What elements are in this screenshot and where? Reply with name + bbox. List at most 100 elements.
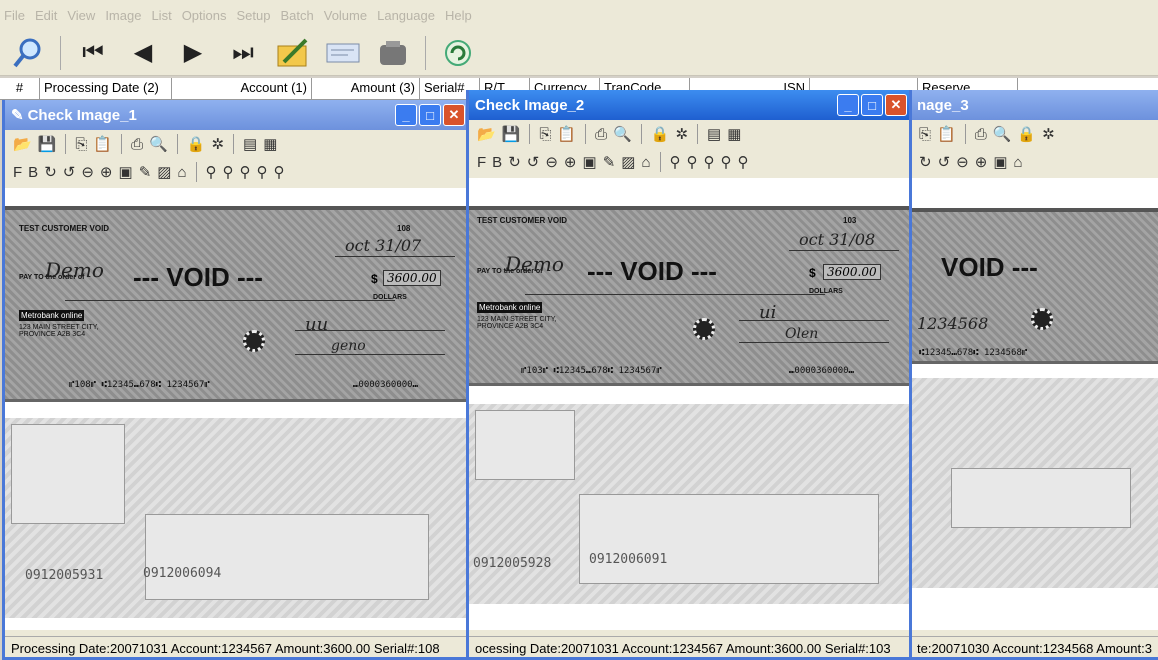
column-account[interactable]: Account (1) [172, 78, 312, 99]
stamp-icon-4[interactable]: ⚲ [257, 163, 268, 181]
rotate-left-icon[interactable]: ↺ [527, 153, 540, 171]
check-stack-icon[interactable] [325, 35, 361, 71]
column-index[interactable]: # [0, 78, 40, 99]
print-icon[interactable]: ⎙ [131, 136, 143, 153]
bank-icon[interactable]: ⌂ [177, 164, 186, 181]
minimize-button[interactable]: _ [837, 94, 859, 116]
fit-icon[interactable]: ▣ [583, 153, 597, 171]
front-icon[interactable]: F [13, 164, 22, 181]
zoom-in-icon[interactable]: ⊕ [564, 153, 577, 171]
save-icon[interactable]: 💾 [502, 125, 521, 143]
menu-volume[interactable]: Volume [324, 8, 367, 23]
stamp-icon-4[interactable]: ⚲ [721, 153, 732, 171]
last-record-icon[interactable]: ⏭ [225, 35, 261, 71]
rotate-right-icon[interactable]: ↻ [44, 163, 57, 181]
endorse-icon[interactable]: ✎ [139, 163, 152, 181]
rotate-right-icon[interactable]: ↻ [508, 153, 521, 171]
stamp-icon-2[interactable]: ⚲ [223, 163, 234, 181]
bank-icon[interactable]: ⌂ [1014, 154, 1023, 171]
menu-options[interactable]: Options [182, 8, 227, 23]
previous-record-icon[interactable]: ◀ [125, 35, 161, 71]
column-processing-date[interactable]: Processing Date (2) [40, 78, 172, 99]
zoom-in-icon[interactable]: ⊕ [975, 153, 988, 171]
maximize-button[interactable]: □ [861, 94, 883, 116]
menu-edit[interactable]: Edit [35, 8, 57, 23]
stamp-icon-1[interactable]: ⚲ [206, 163, 217, 181]
close-button[interactable]: ✕ [885, 94, 907, 116]
rotate-left-icon[interactable]: ↺ [938, 153, 951, 171]
zoom-out-icon[interactable]: ⊖ [956, 153, 969, 171]
next-record-icon[interactable]: ▶ [175, 35, 211, 71]
menu-help[interactable]: Help [445, 8, 472, 23]
first-record-icon[interactable]: ⏮ [75, 35, 111, 71]
scanner-icon[interactable] [375, 35, 411, 71]
ird-icon[interactable]: ▤ [243, 135, 257, 153]
preview-icon[interactable]: 🔍 [993, 125, 1012, 143]
zoom-out-icon[interactable]: ⊖ [81, 163, 94, 181]
copy-icon[interactable]: ⎘ [539, 126, 551, 143]
paste-icon[interactable]: 📋 [557, 125, 576, 143]
image-icon[interactable]: ▨ [157, 163, 171, 181]
settings-icon[interactable]: ✲ [675, 125, 688, 143]
menu-file[interactable]: File [4, 8, 25, 23]
lock-icon[interactable]: 🔒 [187, 135, 206, 153]
menu-language[interactable]: Language [377, 8, 435, 23]
lock-icon[interactable]: 🔒 [651, 125, 670, 143]
search-icon[interactable] [10, 35, 46, 71]
check-image-window-2[interactable]: Check Image_2 _ □ ✕ 📂 💾 ⎘ 📋 ⎙ 🔍 🔒 ✲ ▤ ▦ F B ↻ ↺ ⊖ ⊕ ▣ ✎ ▨… [466, 90, 912, 660]
print-icon[interactable]: ⎙ [975, 126, 987, 143]
menu-batch[interactable]: Batch [280, 8, 313, 23]
menu-view[interactable]: View [67, 8, 95, 23]
front-icon[interactable]: F [477, 154, 486, 171]
save-icon[interactable]: 💾 [38, 135, 57, 153]
print-icon[interactable]: ⎙ [595, 126, 607, 143]
preview-icon[interactable]: 🔍 [613, 125, 632, 143]
back-icon[interactable]: B [28, 164, 38, 181]
status-bar: ocessing Date:20071031 Account:1234567 A… [469, 636, 909, 657]
window-title-bar[interactable]: nage_3 [911, 90, 1158, 120]
minimize-button[interactable]: _ [395, 104, 417, 126]
paste-icon[interactable]: 📋 [937, 125, 956, 143]
bank-icon[interactable]: ⌂ [641, 154, 650, 171]
close-button[interactable]: ✕ [443, 104, 465, 126]
paste-icon[interactable]: 📋 [93, 135, 112, 153]
maximize-button[interactable]: □ [419, 104, 441, 126]
check-image-window-3[interactable]: nage_3 ⎘ 📋 ⎙ 🔍 🔒 ✲ ↻ ↺ ⊖ ⊕ ▣ ⌂ VOID --- 1234568 ⑆1… [908, 90, 1158, 660]
zoom-out-icon[interactable]: ⊖ [545, 153, 558, 171]
stamp-icon-2[interactable]: ⚲ [687, 153, 698, 171]
grid-icon[interactable]: ▦ [727, 125, 741, 143]
window-title-bar[interactable]: ✎ Check Image_1 _ □ ✕ [5, 100, 467, 130]
fit-icon[interactable]: ▣ [119, 163, 133, 181]
open-icon[interactable]: 📂 [477, 125, 496, 143]
menu-list[interactable]: List [151, 8, 171, 23]
lock-icon[interactable]: 🔒 [1017, 125, 1036, 143]
stamp-icon-1[interactable]: ⚲ [670, 153, 681, 171]
window-title-bar[interactable]: Check Image_2 _ □ ✕ [469, 90, 909, 120]
zoom-in-icon[interactable]: ⊕ [100, 163, 113, 181]
back-icon[interactable]: B [492, 154, 502, 171]
settings-icon[interactable]: ✲ [211, 135, 224, 153]
settings-icon[interactable]: ✲ [1042, 125, 1055, 143]
column-amount[interactable]: Amount (3) [312, 78, 420, 99]
fit-icon[interactable]: ▣ [993, 153, 1007, 171]
menu-image[interactable]: Image [105, 8, 141, 23]
copy-icon[interactable]: ⎘ [919, 126, 931, 143]
ird-icon[interactable]: ▤ [707, 125, 721, 143]
check-image-window-1[interactable]: ✎ Check Image_1 _ □ ✕ 📂 💾 ⎘ 📋 ⎙ 🔍 🔒 ✲ ▤ ▦ F B ↻ ↺ ⊖ ⊕ ▣… [2, 100, 470, 660]
stamp-icon-5[interactable]: ⚲ [738, 153, 749, 171]
check-back-image: 0912005931 0912006094 [5, 418, 467, 618]
edit-folder-icon[interactable] [275, 35, 311, 71]
endorse-icon[interactable]: ✎ [603, 153, 616, 171]
rotate-right-icon[interactable]: ↻ [919, 153, 932, 171]
open-icon[interactable]: 📂 [13, 135, 32, 153]
stamp-icon-3[interactable]: ⚲ [240, 163, 251, 181]
image-icon[interactable]: ▨ [621, 153, 635, 171]
grid-icon[interactable]: ▦ [263, 135, 277, 153]
rotate-left-icon[interactable]: ↺ [63, 163, 76, 181]
menu-setup[interactable]: Setup [237, 8, 271, 23]
stamp-icon-5[interactable]: ⚲ [274, 163, 285, 181]
copy-icon[interactable]: ⎘ [75, 136, 87, 153]
preview-icon[interactable]: 🔍 [149, 135, 168, 153]
stamp-icon-3[interactable]: ⚲ [704, 153, 715, 171]
refresh-icon[interactable] [440, 35, 476, 71]
